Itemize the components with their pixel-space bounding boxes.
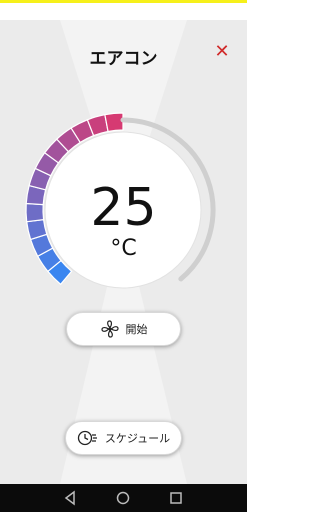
dial-segment — [104, 112, 124, 133]
home-icon[interactable] — [113, 488, 133, 508]
app-screen: エアコン ✕ 25 °C 開始 スケジュール — [0, 20, 247, 484]
start-button-label: 開始 — [125, 323, 148, 336]
navigation-bar — [0, 484, 247, 512]
schedule-button-label: スケジュール — [104, 432, 171, 445]
back-icon[interactable] — [60, 488, 80, 508]
fan-icon — [100, 320, 119, 338]
status-bar — [0, 0, 247, 20]
temperature-unit: °C — [110, 236, 137, 261]
clock-schedule-icon — [77, 430, 97, 446]
start-button[interactable]: 開始 — [66, 312, 181, 346]
recent-apps-icon[interactable] — [166, 488, 186, 508]
temperature-value: 25 — [90, 178, 157, 238]
schedule-button[interactable]: スケジュール — [65, 421, 182, 455]
